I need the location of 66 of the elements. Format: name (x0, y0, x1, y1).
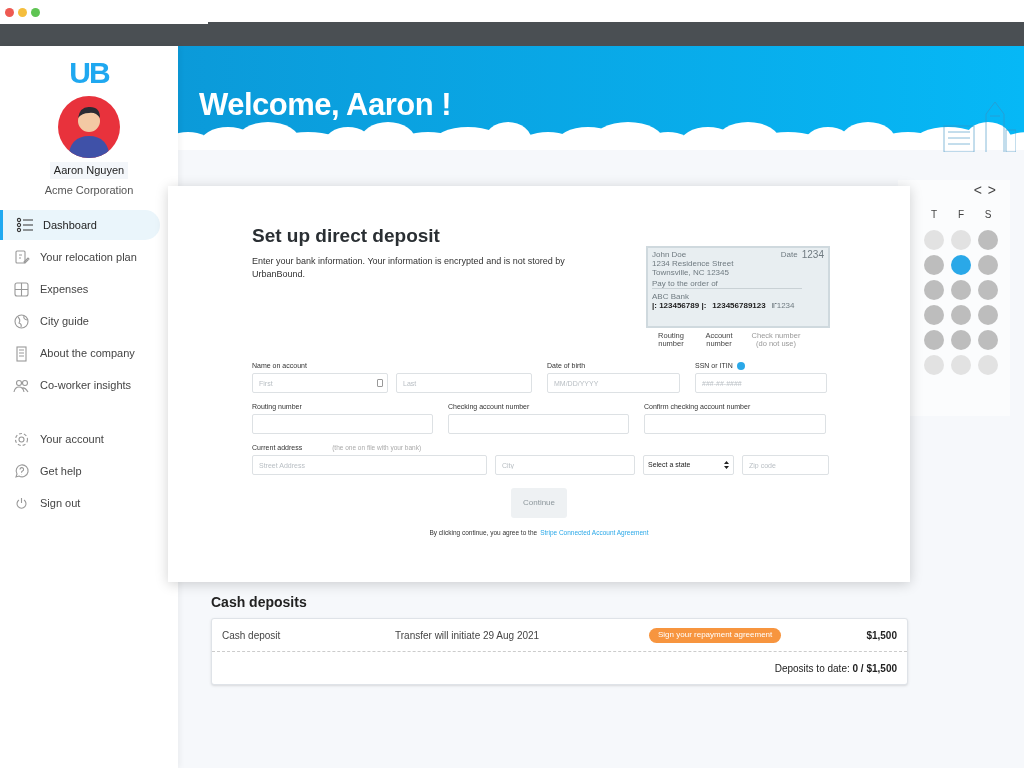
check-text: Townsville, NC 12345 (652, 268, 730, 277)
calendar-day[interactable] (924, 230, 944, 250)
contact-card-icon (377, 379, 383, 387)
check-text: John Doe (652, 250, 688, 259)
calendar-day[interactable] (978, 355, 998, 375)
company-name: Acme Corporation (44, 182, 134, 198)
calendar-day[interactable] (978, 305, 998, 325)
nav-item[interactable]: Your account (0, 424, 160, 454)
calendar-day[interactable] (951, 230, 971, 250)
calendar-day[interactable] (924, 305, 944, 325)
calendar-day[interactable] (978, 255, 998, 275)
calendar-day[interactable] (951, 305, 971, 325)
calendar-day[interactable] (924, 355, 944, 375)
list-icon (16, 216, 33, 234)
weekday-label: F (957, 208, 965, 222)
stepper-icon (724, 461, 729, 469)
nav-item[interactable]: About the company (0, 338, 160, 368)
user-name: Aaron Nguyen (49, 162, 129, 179)
calendar-day[interactable] (924, 330, 944, 350)
nav-item[interactable]: Co-worker insights (0, 370, 160, 400)
previous-button[interactable]: < (973, 180, 982, 201)
check-text: Pay to the order of (652, 279, 802, 289)
building-icon (13, 344, 30, 362)
deposit-name: Cash deposit (222, 628, 282, 643)
deposits-total: Deposits to date: 0 / $1,500 (774, 661, 897, 676)
input-field[interactable] (448, 414, 629, 434)
calendar-day[interactable] (978, 330, 998, 350)
input-field[interactable] (644, 414, 826, 434)
calendar-day[interactable] (924, 255, 944, 275)
nav-item[interactable]: Get help (0, 456, 160, 486)
check-text: 1234 Residence Street (652, 259, 734, 268)
calendar-day[interactable] (978, 280, 998, 300)
nav-item[interactable]: Expenses (0, 274, 160, 304)
welcome-title: Welcome, Aaron ! (199, 86, 452, 124)
logo: UB (69, 58, 109, 88)
clipboard-icon (13, 248, 30, 266)
section-title: Cash deposits (211, 593, 308, 612)
nav-item[interactable]: Your relocation plan (0, 242, 160, 272)
check-text: ⑈1234 (771, 301, 795, 310)
settings-icon (13, 430, 30, 448)
modal-description: Enter your bank information. Your information is encrypted and is not stored by UrbanBound. (252, 254, 566, 281)
globe-icon (13, 312, 30, 330)
next-button[interactable]: > (987, 180, 996, 201)
nav-item[interactable]: City guide (0, 306, 160, 336)
check-text: ABC Bank (652, 292, 690, 301)
check-number: 1234 (801, 250, 824, 262)
check-routing: |: 123456789 |: (652, 301, 707, 310)
deposit-amount: $1,500 (866, 628, 897, 643)
calendar-day[interactable] (951, 355, 971, 375)
calendar-day[interactable] (951, 255, 971, 275)
calendar-day[interactable] (951, 330, 971, 350)
nav-item[interactable]: Dashboard (0, 210, 160, 240)
check-account: 123456789123 (712, 301, 766, 310)
calendar-day[interactable] (978, 230, 998, 250)
calendar-day[interactable] (951, 280, 971, 300)
info-icon[interactable] (736, 362, 745, 370)
nav-item[interactable]: Sign out (0, 488, 160, 518)
transfer-status: Transfer will initiate 29 Aug 2021 (395, 628, 541, 643)
weekday-label: S (984, 208, 992, 222)
grid-icon (13, 280, 30, 298)
input-field[interactable] (252, 414, 433, 434)
help-icon (13, 462, 30, 480)
calendar-day[interactable] (924, 280, 944, 300)
weekday-label: T (930, 208, 938, 222)
check-text: Date (780, 250, 798, 261)
modal-title: Set up direct deposit (252, 224, 441, 248)
